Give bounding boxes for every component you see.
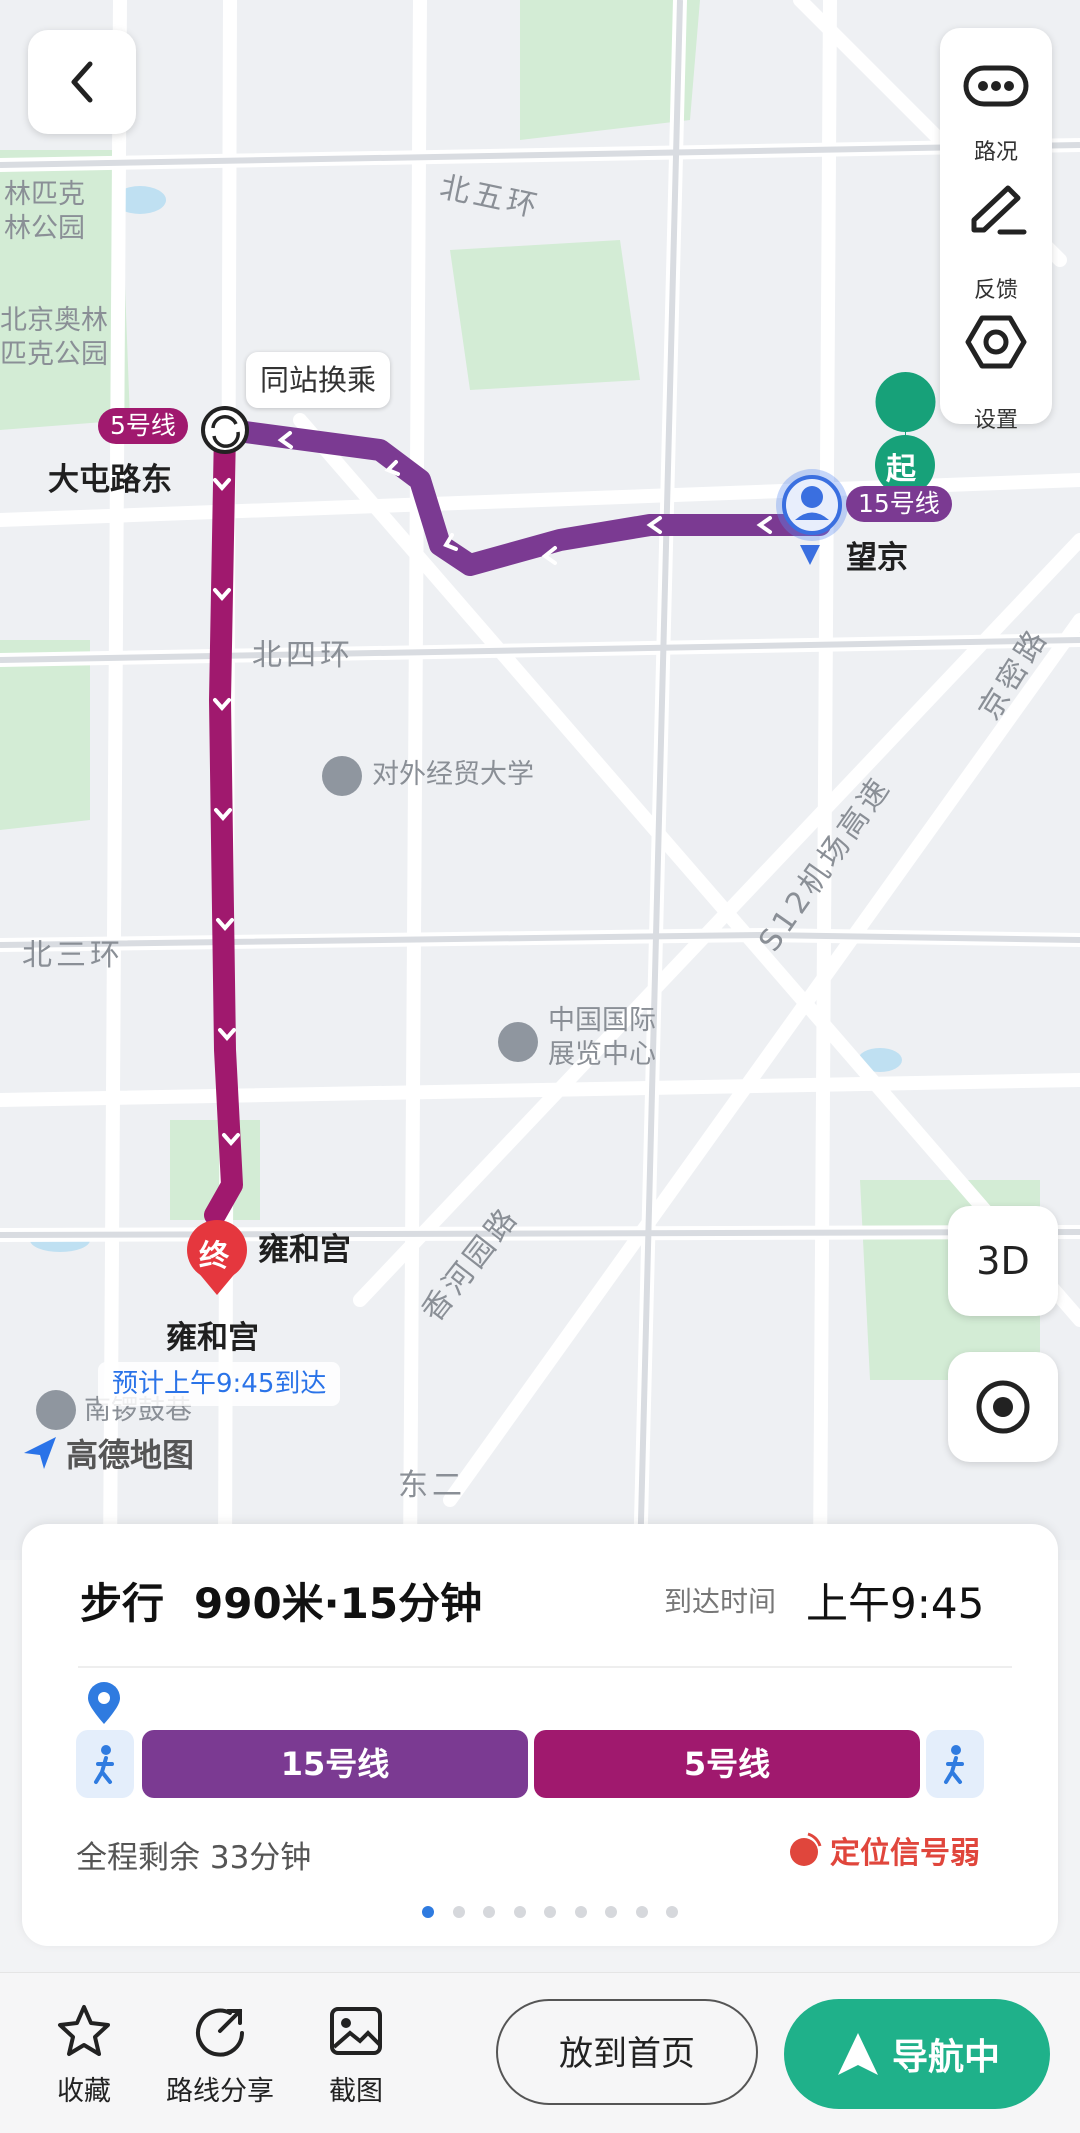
add-to-home-button[interactable]: 放到首页 <box>496 1999 758 2105</box>
line5-badge: 5号线 <box>98 408 188 444</box>
feedback-label: 反馈 <box>973 278 1018 303</box>
arrival-hint: 预计上午9:45到达 <box>98 1362 341 1406</box>
screenshot-label: 截图 <box>329 2076 383 2107</box>
weak-signal-text: 定位信号弱 <box>830 1836 980 1871</box>
start-marker: 起 <box>886 452 916 487</box>
traffic-button[interactable]: 路况 <box>940 48 1052 168</box>
museum-icon <box>498 1022 538 1062</box>
arrive-time: 上午9:45 <box>806 1579 985 1628</box>
map-controls-panel: 路况 反馈 设置 <box>940 28 1052 433</box>
share-route-button[interactable]: 路线分享 <box>158 2003 282 2108</box>
line5-segment[interactable]: 5号线 <box>534 1730 920 1798</box>
page-dot <box>422 1906 434 1918</box>
signal-weak-icon <box>790 1832 822 1866</box>
share-icon <box>196 2008 244 2057</box>
image-icon <box>330 2007 382 2055</box>
settings-icon <box>965 315 1027 369</box>
locate-button[interactable] <box>948 1352 1058 1462</box>
traffic-icon <box>963 65 1029 107</box>
page-indicator <box>422 1906 678 1918</box>
route-summary-card[interactable]: 步行 990米·15分钟 到达时间 上午9:45 15号线 5号线 全程剩余 3… <box>22 1524 1058 1946</box>
divider <box>78 1666 1012 1668</box>
road-label: 北四环 <box>252 638 354 673</box>
page-dot <box>483 1906 495 1918</box>
navigation-arrow-icon <box>837 2033 878 2075</box>
walk-icon <box>944 1745 964 1784</box>
favorite-label: 收藏 <box>57 2076 111 2107</box>
remaining-time: 全程剩余 33分钟 <box>76 1840 312 1876</box>
route-summary: 990米·15分钟 <box>194 1579 483 1628</box>
walk-start-segment <box>76 1730 134 1798</box>
arrive-time-label: 到达时间 <box>664 1585 777 1618</box>
landmark-icon <box>36 1390 76 1430</box>
page-dot <box>544 1906 556 1918</box>
transfer-hint-bubble: 同站换乘 <box>246 352 391 408</box>
amap-logo-text: 高德地图 <box>66 1436 195 1474</box>
settings-button[interactable]: 设置 <box>940 310 1052 433</box>
line15-segment[interactable]: 15号线 <box>142 1730 528 1798</box>
route-map[interactable]: 北五环 北四环 北三环 京密路 S12机场高速 香河园路 东二 林匹克 林公园 … <box>0 0 1080 1560</box>
chevron-left-icon <box>71 61 93 103</box>
area-label: 中国国际 展览中心 <box>548 1005 656 1070</box>
star-icon <box>58 2005 110 2056</box>
page-dot <box>635 1906 648 1918</box>
bottom-action-bar: 收藏 路线分享 截图 放到首页 导航中 <box>0 1972 1080 2133</box>
amap-logo: 高德地图 <box>20 1430 194 1476</box>
start-station-label: 望京 <box>846 540 908 576</box>
locate-icon <box>976 1380 1030 1434</box>
amap-logo-icon <box>24 1437 56 1469</box>
location-pin-icon <box>88 1682 120 1724</box>
weak-signal-indicator: 定位信号弱 <box>784 1828 980 1872</box>
settings-label: 设置 <box>973 408 1018 433</box>
page-dot <box>513 1906 526 1918</box>
feedback-button[interactable]: 反馈 <box>940 180 1052 303</box>
page-dot <box>574 1906 587 1918</box>
university-icon <box>322 756 362 796</box>
map-canvas <box>0 0 1080 1560</box>
feedback-icon <box>971 185 1027 235</box>
page-dot <box>452 1906 465 1918</box>
road-label: 东二 <box>398 1468 466 1503</box>
end-station-name: 雍和宫 <box>258 1232 351 1268</box>
navigating-label: 导航中 <box>891 2037 1000 2078</box>
walk-end-segment <box>926 1730 984 1798</box>
3d-label: 3D <box>976 1239 1030 1283</box>
walk-icon <box>94 1745 114 1784</box>
road-label: 北三环 <box>22 938 124 973</box>
page-dot <box>666 1906 678 1918</box>
end-station-label: 雍和宫 <box>166 1320 259 1356</box>
traffic-label: 路况 <box>973 140 1018 165</box>
travel-mode: 步行 <box>80 1579 165 1628</box>
area-label: 林匹克 林公园 <box>4 179 85 244</box>
3d-toggle-button[interactable]: 3D <box>948 1206 1058 1316</box>
screenshot-button[interactable]: 截图 <box>316 2003 396 2108</box>
transfer-station-label: 大屯路东 <box>48 462 172 498</box>
navigating-button[interactable]: 导航中 <box>784 1999 1050 2109</box>
area-label: 对外经贸大学 <box>372 759 534 790</box>
share-label: 路线分享 <box>166 2076 274 2107</box>
end-marker: 终 <box>199 1239 229 1274</box>
back-button[interactable] <box>28 30 136 134</box>
line15-badge: 15号线 <box>846 486 952 522</box>
page-dot <box>605 1906 617 1918</box>
area-label: 北京奥林 匹克公园 <box>0 305 108 370</box>
favorite-button[interactable]: 收藏 <box>44 2003 124 2108</box>
